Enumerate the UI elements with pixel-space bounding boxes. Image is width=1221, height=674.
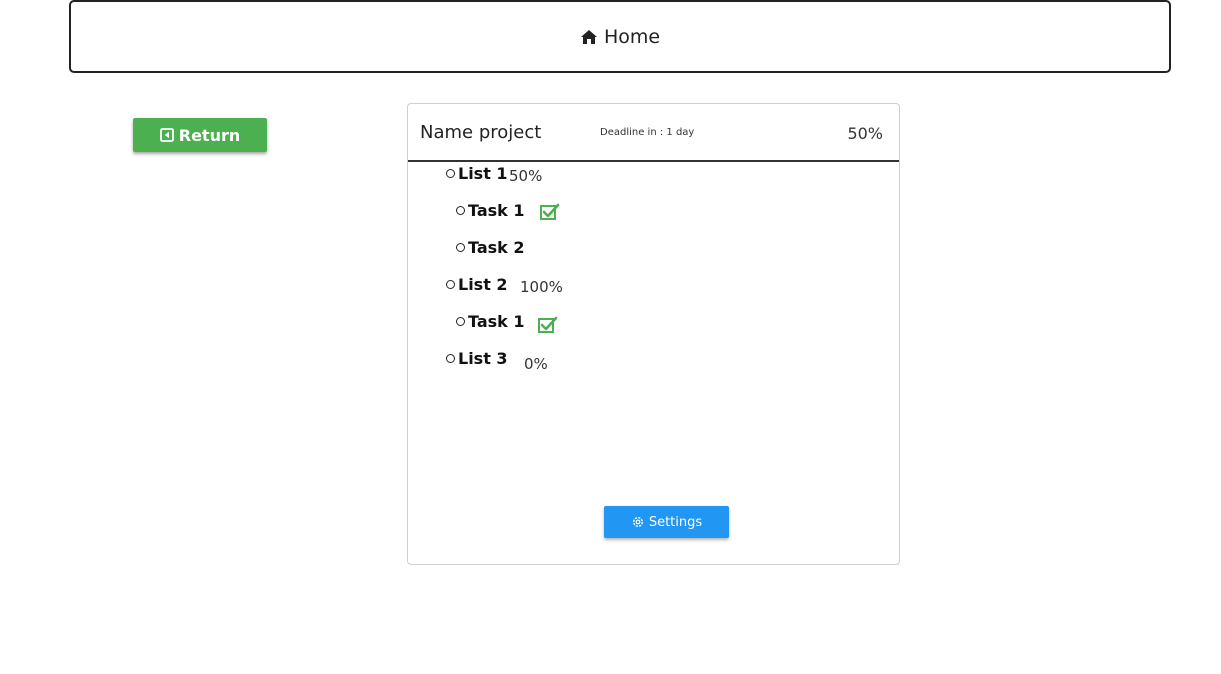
settings-button[interactable]: Settings (604, 506, 729, 538)
list-item[interactable]: List 2 (446, 275, 508, 294)
bullet-icon (456, 317, 465, 326)
return-label: Return (178, 125, 241, 145)
list-item[interactable]: List 1 (446, 164, 508, 183)
home-nav-bar[interactable]: Home (69, 0, 1171, 73)
list-label: List 1 (458, 164, 508, 183)
list-item[interactable]: List 3 (446, 349, 508, 368)
list-progress: 0% (524, 355, 548, 373)
list-progress: 100% (520, 278, 563, 296)
checked-checkbox-icon[interactable] (538, 316, 558, 338)
list-label: List 3 (458, 349, 508, 368)
task-item[interactable]: Task 2 (456, 238, 525, 257)
task-item[interactable]: Task 1 (456, 201, 525, 220)
bullet-icon (456, 206, 465, 215)
home-icon (580, 29, 598, 45)
bullet-icon (446, 169, 455, 178)
bullet-icon (446, 354, 455, 363)
project-progress: 50% (847, 124, 883, 143)
return-button[interactable]: Return (133, 118, 267, 152)
project-card: Name project Deadline in : 1 day 50% Lis… (407, 103, 900, 565)
list-progress: 50% (509, 167, 543, 185)
bullet-icon (446, 280, 455, 289)
task-label: Task 2 (468, 238, 525, 257)
home-label: Home (603, 25, 661, 48)
settings-label: Settings (648, 514, 703, 530)
bullet-icon (456, 243, 465, 252)
checked-checkbox-icon[interactable] (540, 203, 560, 225)
task-label: Task 1 (468, 312, 525, 331)
gear-icon (631, 515, 645, 529)
caret-left-square-icon (159, 128, 174, 142)
task-item[interactable]: Task 1 (456, 312, 525, 331)
project-deadline: Deadline in : 1 day (600, 127, 695, 138)
task-label: Task 1 (468, 201, 525, 220)
list-label: List 2 (458, 275, 508, 294)
project-header: Name project Deadline in : 1 day 50% (408, 104, 899, 162)
project-name: Name project (420, 122, 542, 143)
